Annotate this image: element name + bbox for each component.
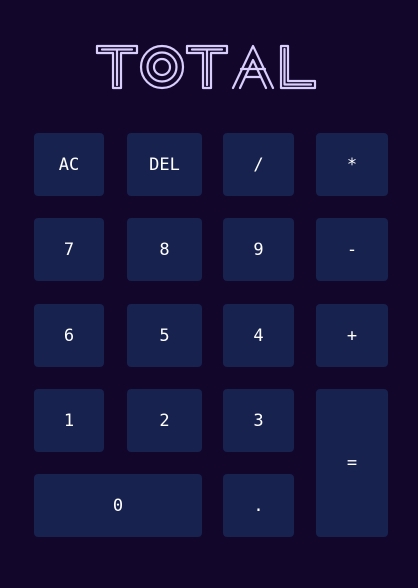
decimal-point-button[interactable]: . bbox=[223, 474, 294, 537]
multiply-button[interactable]: * bbox=[316, 133, 388, 196]
digit-4-button[interactable]: 4 bbox=[223, 304, 294, 367]
digit-1-button[interactable]: 1 bbox=[34, 389, 104, 452]
digit-7-button[interactable]: 7 bbox=[34, 218, 104, 281]
add-button[interactable]: + bbox=[316, 304, 388, 367]
divide-button[interactable]: / bbox=[223, 133, 294, 196]
subtract-button[interactable]: - bbox=[316, 218, 388, 281]
digit-6-button[interactable]: 6 bbox=[34, 304, 104, 367]
digit-5-button[interactable]: 5 bbox=[127, 304, 202, 367]
digit-0-button[interactable]: 0 bbox=[34, 474, 202, 537]
digit-3-button[interactable]: 3 bbox=[223, 389, 294, 452]
digit-8-button[interactable]: 8 bbox=[127, 218, 202, 281]
clear-all-button[interactable]: AC bbox=[34, 133, 104, 196]
logo-text: TOTAL bbox=[95, 91, 96, 92]
digit-2-button[interactable]: 2 bbox=[127, 389, 202, 452]
total-logo: TOTAL bbox=[95, 43, 317, 91]
delete-button[interactable]: DEL bbox=[127, 133, 202, 196]
equals-button[interactable]: = bbox=[316, 389, 388, 537]
digit-9-button[interactable]: 9 bbox=[223, 218, 294, 281]
